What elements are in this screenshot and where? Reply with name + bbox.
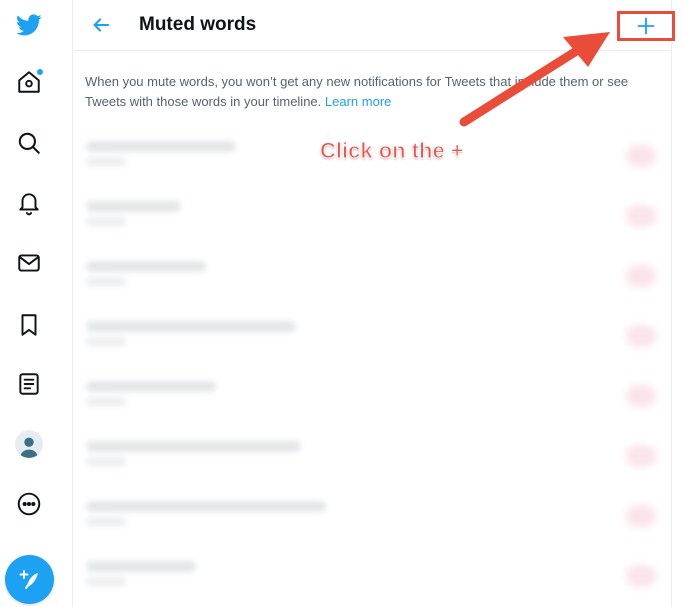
compose-tweet-button[interactable] bbox=[5, 555, 54, 604]
sidebar-item-more[interactable] bbox=[9, 484, 49, 524]
blurred-meta bbox=[86, 397, 126, 406]
sidebar-nav bbox=[0, 0, 73, 607]
explore-icon bbox=[18, 132, 40, 154]
blurred-meta bbox=[86, 457, 126, 466]
blurred-meta bbox=[86, 517, 126, 526]
more-icon bbox=[17, 492, 41, 516]
list-item[interactable] bbox=[74, 185, 672, 245]
list-item[interactable] bbox=[74, 485, 672, 545]
list-item[interactable] bbox=[74, 545, 672, 605]
blurred-meta bbox=[86, 277, 126, 286]
page-title: Muted words bbox=[139, 14, 257, 35]
profile-avatar bbox=[15, 430, 43, 458]
unmute-button[interactable] bbox=[626, 205, 656, 227]
messages-envelope-icon bbox=[18, 254, 40, 272]
twitter-logo-icon bbox=[16, 14, 42, 36]
unmute-button[interactable] bbox=[626, 325, 656, 347]
unmute-button[interactable] bbox=[626, 445, 656, 467]
compose-tweet-icon bbox=[19, 569, 38, 589]
twitter-logo[interactable] bbox=[9, 5, 49, 45]
learn-more-link[interactable]: Learn more bbox=[325, 94, 391, 109]
unmute-button[interactable] bbox=[626, 145, 656, 167]
blurred-word bbox=[86, 561, 196, 572]
sidebar-item-notifications[interactable] bbox=[9, 183, 49, 223]
blurred-meta bbox=[86, 217, 126, 226]
blurred-word bbox=[86, 141, 236, 152]
back-button[interactable] bbox=[86, 10, 116, 40]
notification-dot bbox=[36, 68, 44, 76]
lists-icon bbox=[19, 373, 39, 395]
unmute-button[interactable] bbox=[626, 565, 656, 587]
blurred-word bbox=[86, 441, 301, 452]
page-header: Muted words bbox=[74, 0, 675, 51]
blurred-word bbox=[86, 501, 326, 512]
sidebar-item-messages[interactable] bbox=[9, 243, 49, 283]
sidebar-item-lists[interactable] bbox=[9, 364, 49, 404]
notifications-bell-icon bbox=[19, 193, 39, 216]
list-item[interactable] bbox=[74, 365, 672, 425]
back-arrow-icon bbox=[93, 18, 110, 32]
add-muted-word-button[interactable] bbox=[617, 11, 675, 41]
blurred-word bbox=[86, 261, 206, 272]
sidebar-item-bookmarks[interactable] bbox=[9, 305, 49, 345]
unmute-button[interactable] bbox=[626, 385, 656, 407]
unmute-button[interactable] bbox=[626, 505, 656, 527]
blurred-word bbox=[86, 201, 181, 212]
sidebar-item-home[interactable] bbox=[9, 62, 49, 102]
list-item[interactable] bbox=[74, 425, 672, 485]
sidebar-item-explore[interactable] bbox=[9, 123, 49, 163]
unmute-button[interactable] bbox=[626, 265, 656, 287]
bookmarks-icon bbox=[21, 314, 37, 336]
muted-words-description: When you mute words, you won’t get any n… bbox=[85, 72, 665, 111]
annotation-label: Click on the + bbox=[320, 138, 465, 164]
blurred-meta bbox=[86, 577, 126, 586]
list-item[interactable] bbox=[74, 305, 672, 365]
blurred-word bbox=[86, 321, 296, 332]
blurred-word bbox=[86, 381, 216, 392]
blurred-meta bbox=[86, 337, 126, 346]
blurred-meta bbox=[86, 157, 126, 166]
sidebar-item-profile[interactable] bbox=[9, 424, 49, 464]
muted-words-list bbox=[74, 125, 672, 607]
main-column: Muted words When you mute words, you won… bbox=[74, 0, 675, 607]
plus-icon bbox=[637, 17, 655, 35]
list-item[interactable] bbox=[74, 245, 672, 305]
